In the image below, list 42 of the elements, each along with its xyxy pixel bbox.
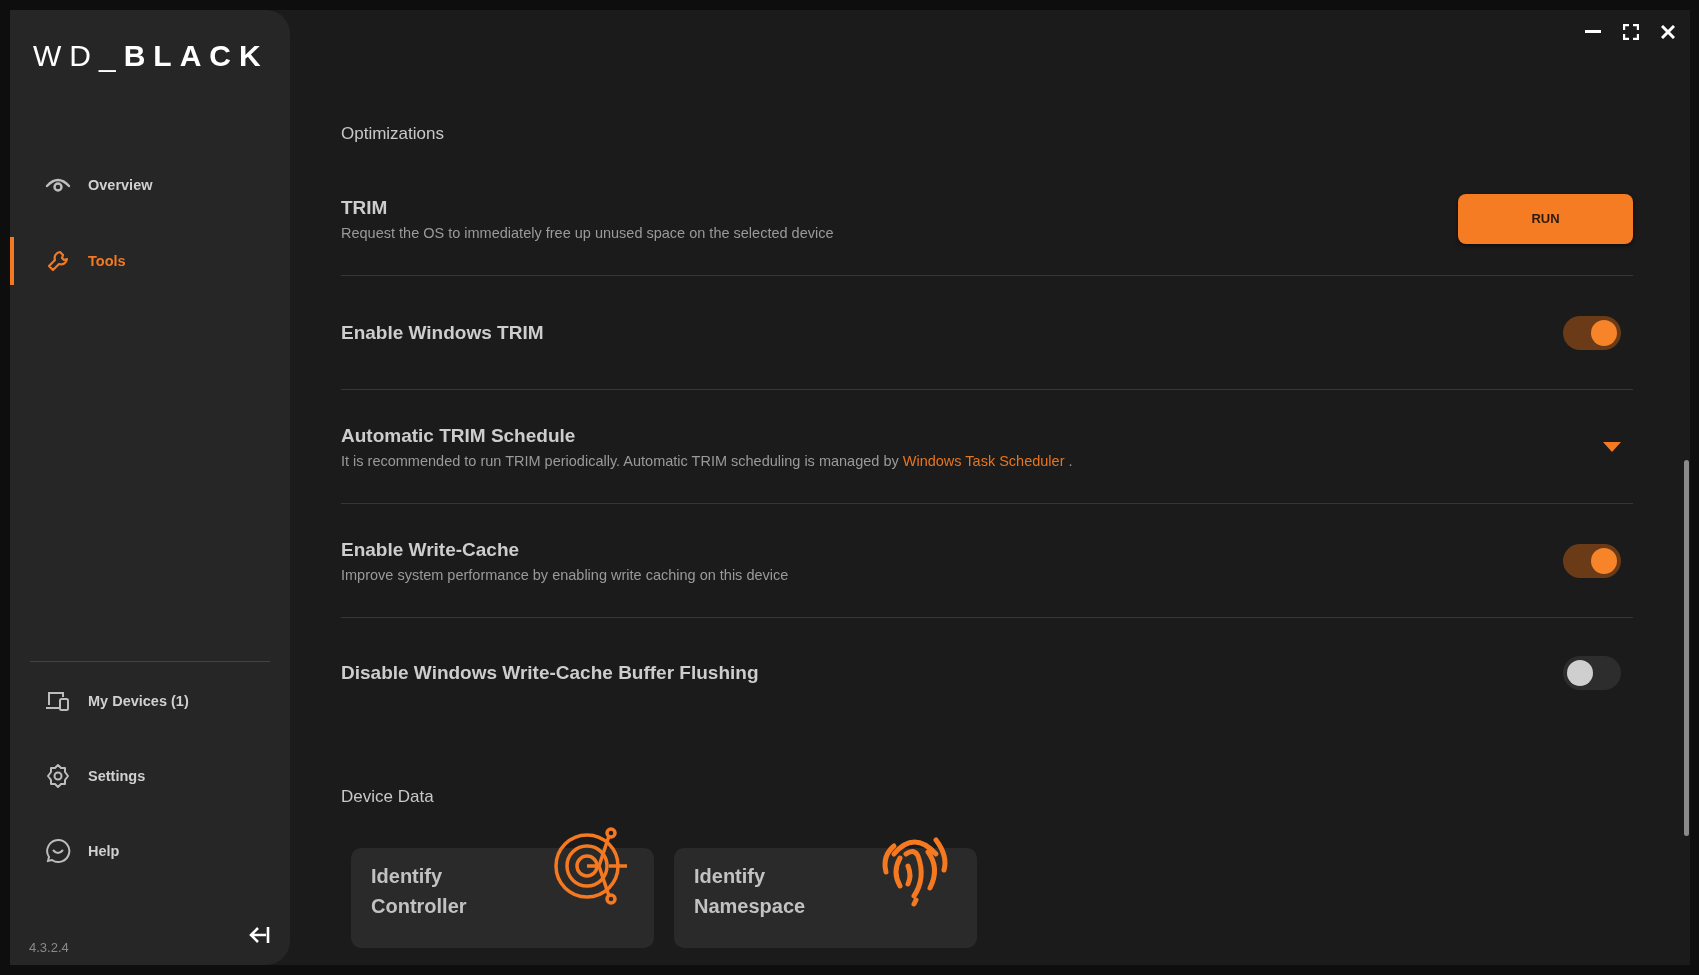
settings-icon <box>45 763 71 789</box>
tool-card[interactable]: Identify Namespace <box>674 848 977 948</box>
nav-item[interactable]: Help <box>10 827 290 875</box>
option-description: Request the OS to immediately free up unused space on the selected device <box>341 224 835 241</box>
help-chat-icon <box>45 838 71 864</box>
maximize-icon[interactable] <box>1623 24 1639 40</box>
section-title: Device Data <box>341 786 435 808</box>
section-title: Optimizations <box>341 123 445 145</box>
option-title: Enable Windows TRIM <box>341 321 545 344</box>
toggle-switch[interactable] <box>1563 543 1621 578</box>
nav-label: Tools <box>88 253 126 269</box>
close-icon[interactable] <box>1661 25 1675 39</box>
nav-item[interactable]: Settings <box>10 752 290 800</box>
caret-icon[interactable] <box>1603 441 1621 452</box>
card-label: Identify Namespace <box>694 864 807 919</box>
minimize-icon[interactable] <box>1585 30 1601 34</box>
devices-icon <box>45 690 71 712</box>
nav-label: Overview <box>88 177 153 193</box>
wrench-icon <box>46 249 70 273</box>
version-label: 4.3.2.4 <box>29 940 69 955</box>
nav-label: Help <box>88 843 120 859</box>
option-title: Automatic TRIM Schedule <box>341 424 577 447</box>
collapse-sidebar-button[interactable] <box>248 925 270 945</box>
nav-item[interactable]: Overview <box>10 161 290 209</box>
toggle-switch[interactable] <box>1563 656 1621 690</box>
option-title: Disable Windows Write-Cache Buffer Flushing <box>341 662 760 684</box>
nav-item[interactable]: Tools <box>10 237 290 285</box>
option-title: Enable Write-Cache <box>341 538 521 561</box>
option-title: TRIM <box>341 196 389 219</box>
logo: WD_BLACK <box>33 38 269 74</box>
tool-card[interactable]: Identify Controller <box>351 848 654 948</box>
option-description: It is recommended to run TRIM periodically. Automatic TRIM scheduling is managed by Windows Task Scheduler . <box>341 452 1074 469</box>
toggle-switch[interactable] <box>1563 315 1621 350</box>
nav-label: Settings <box>88 768 146 784</box>
scrollbar[interactable] <box>1684 460 1689 836</box>
card-label: Identify Controller <box>371 864 468 919</box>
nav-label: My Devices (1) <box>88 693 189 709</box>
run-button[interactable]: RUN <box>1458 193 1633 244</box>
task-scheduler-link[interactable]: Windows Task Scheduler <box>902 452 1065 469</box>
nav-item[interactable]: My Devices (1) <box>10 677 290 725</box>
option-description: Improve system performance by enabling write caching on this device <box>341 566 790 583</box>
eye-icon <box>45 176 71 194</box>
